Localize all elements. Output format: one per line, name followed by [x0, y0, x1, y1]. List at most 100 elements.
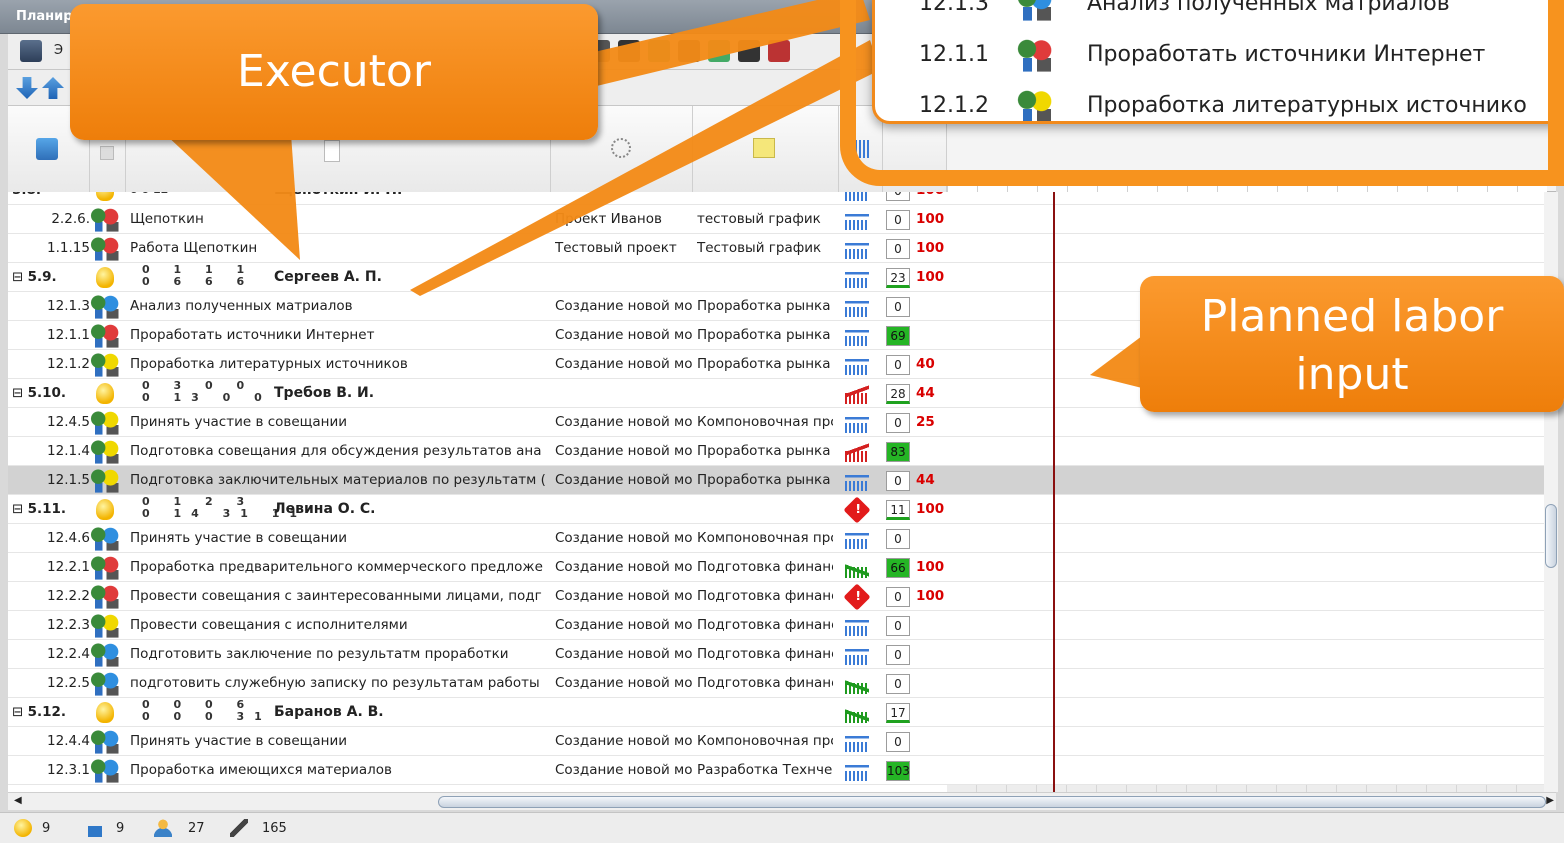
executor-group-row[interactable]: ⊟ 5.12. 0 0 0 60 0 0 31 Баранов А. В. 17	[8, 698, 1556, 727]
scroll-right-arrow-icon[interactable]: ▶	[1546, 795, 1554, 806]
task-row[interactable]: 12.2.1 Проработка предварительного коммер…	[8, 553, 1556, 582]
task-name[interactable]: Принять участие в совещании	[130, 524, 555, 553]
trend-up-icon	[845, 558, 869, 578]
task-row[interactable]: 12.2.2 Провести совещания с заинтересован…	[8, 582, 1556, 611]
percent-complete[interactable]: 0	[886, 192, 910, 201]
priority-value: 44	[916, 385, 935, 401]
task-number: 12.2.3	[47, 617, 90, 633]
executor-group-row[interactable]: ⊟ 5.11. 0 1 2 30 14 31 11 Левина О. С.! 11 1…	[8, 495, 1556, 524]
task-name[interactable]: Подготовка совещания для обсуждения резу…	[130, 437, 555, 466]
task-name[interactable]: Подготовить заключение по результатм про…	[130, 640, 555, 669]
collapse-toggle-icon[interactable]: ⊟	[12, 501, 28, 517]
executor-name[interactable]: Баранов А. В.	[274, 698, 384, 727]
plan-chart-icon	[845, 413, 869, 433]
task-name[interactable]: Проработать источники Интернет	[130, 321, 555, 350]
percent-complete[interactable]: 23	[886, 268, 910, 288]
arrow-up-icon[interactable]	[42, 77, 64, 99]
filter-tool-icon[interactable]	[768, 40, 790, 62]
collapse-toggle-icon[interactable]: ⊟	[12, 269, 28, 285]
save-icon[interactable]	[20, 40, 42, 62]
percent-complete[interactable]: 11	[886, 500, 910, 520]
percent-complete[interactable]: 0	[886, 471, 910, 491]
task-name[interactable]: Провести совещания с исполнителями	[130, 611, 555, 640]
percent-complete[interactable]: 17	[886, 703, 910, 723]
task-name[interactable]: Подготовка заключительных материалов по …	[130, 466, 555, 495]
percent-complete[interactable]: 69	[886, 326, 910, 346]
project-name: Создание новой мо	[555, 733, 693, 749]
filter-check-icon[interactable]	[708, 40, 730, 62]
task-row[interactable]: 12.3.1 Проработка имеющихся материалов Соз…	[8, 756, 1556, 785]
task-name[interactable]: Щепоткин	[130, 205, 555, 234]
executor-avatar-icon	[88, 759, 122, 783]
task-row[interactable]: 12.1.5 Подготовка заключительных материал…	[8, 466, 1556, 495]
percent-complete[interactable]: 0	[886, 587, 910, 607]
schedule-name: Компоновочная прс	[697, 733, 833, 749]
day-header: 17	[1277, 173, 1307, 193]
task-number: 12.2.5	[47, 675, 90, 691]
task-name[interactable]: Анализ полученных матриалов	[130, 292, 555, 321]
task-row[interactable]: 12.4.4 Принять участие в совещании Создани…	[8, 727, 1556, 756]
filter-check-icon[interactable]	[678, 40, 700, 62]
filter-check-icon[interactable]	[618, 40, 640, 62]
task-name[interactable]: подготовить служебную записку по результ…	[130, 669, 555, 698]
schedule-name: Подготовка финанс	[697, 646, 833, 662]
task-row[interactable]: 12.1.4 Подготовка совещания для обсуждени…	[8, 437, 1556, 466]
task-name[interactable]: Проработка литературных источников	[130, 350, 555, 379]
percent-complete[interactable]: 0	[886, 616, 910, 636]
task-name[interactable]: Работа Щепоткин	[130, 234, 555, 263]
task-row[interactable]: 1.1.15 Работа Щепоткин Тестовый проект Тест…	[8, 234, 1556, 263]
percent-complete[interactable]: 0	[886, 529, 910, 549]
executor-name[interactable]: Сергеев А. П.	[274, 263, 382, 292]
executor-name[interactable]: Требов В. И.	[274, 379, 374, 408]
task-row[interactable]: 12.4.5 Принять участие в совещании Создани…	[8, 408, 1556, 437]
percent-complete[interactable]: 0	[886, 645, 910, 665]
percent-complete[interactable]: 0	[886, 210, 910, 230]
window-title: Планир	[16, 9, 73, 24]
scroll-left-arrow-icon[interactable]: ◀	[14, 795, 22, 806]
percent-complete[interactable]: 83	[886, 442, 910, 462]
tasks-icon	[88, 819, 102, 837]
column-schedule[interactable]	[693, 106, 839, 192]
filter-check-icon[interactable]	[738, 40, 760, 62]
collapse-toggle-icon[interactable]: ⊟	[12, 385, 28, 401]
plan-chart-icon	[845, 239, 869, 259]
arrow-down-icon[interactable]	[16, 77, 38, 99]
task-row[interactable]: 12.4.6 Принять участие в совещании Создани…	[8, 524, 1556, 553]
horizontal-scrollbar[interactable]: ◀ ▶	[8, 792, 1556, 810]
collapse-toggle-icon[interactable]: ⊟	[12, 704, 28, 720]
task-row[interactable]: 12.2.3 Провести совещания с исполнителями…	[8, 611, 1556, 640]
executor-avatar-icon	[1015, 0, 1055, 21]
task-number: ⊟ 5.10.	[8, 379, 78, 408]
plan-chart-icon	[845, 268, 869, 288]
percent-complete[interactable]: 66	[886, 558, 910, 578]
percent-complete[interactable]: 103	[886, 761, 910, 781]
task-row[interactable]: 2.2.6. Щепоткин Проект Иванов тестовый граф…	[8, 205, 1556, 234]
project-name: Создание новой мо	[555, 356, 693, 372]
task-row[interactable]: 12.2.5 подготовить служебную записку по р…	[8, 669, 1556, 698]
percent-complete[interactable]: 0	[886, 732, 910, 752]
executor-group-row[interactable]: 5.8. 0 0 12 Щепоткин И. П. 0 100	[8, 192, 1556, 205]
percent-complete[interactable]: 0	[886, 674, 910, 694]
status-bulbs-count: 9	[42, 821, 51, 836]
task-name[interactable]: Принять участие в совещании	[130, 408, 555, 437]
task-name[interactable]: Проработка предварительного коммерческог…	[130, 553, 555, 582]
percent-complete[interactable]: 28	[886, 384, 910, 404]
percent-complete[interactable]: 0	[886, 413, 910, 433]
percent-complete[interactable]: 0	[886, 297, 910, 317]
executor-name[interactable]: Щепоткин И. П.	[274, 192, 402, 205]
vertical-scroll-thumb[interactable]	[1545, 504, 1557, 568]
filter-check-icon[interactable]	[648, 40, 670, 62]
project-name: Создание новой мо	[555, 762, 693, 778]
task-name[interactable]: Провести совещания с заинтересованными л…	[130, 582, 555, 611]
task-name[interactable]: Проработка имеющихся материалов	[130, 756, 555, 785]
executor-avatar-icon	[88, 237, 122, 261]
task-name[interactable]: Принять участие в совещании	[130, 727, 555, 756]
executor-name[interactable]: Левина О. С.	[274, 495, 375, 524]
percent-complete[interactable]: 0	[886, 355, 910, 375]
executor-avatar-icon	[88, 556, 122, 580]
warning-icon: !	[843, 496, 871, 524]
percent-complete[interactable]: 0	[886, 239, 910, 259]
horizontal-scroll-thumb[interactable]	[438, 796, 1546, 808]
task-row[interactable]: 12.2.4 Подготовить заключение по результа…	[8, 640, 1556, 669]
schedule-name: Компоновочная прс	[697, 414, 833, 430]
